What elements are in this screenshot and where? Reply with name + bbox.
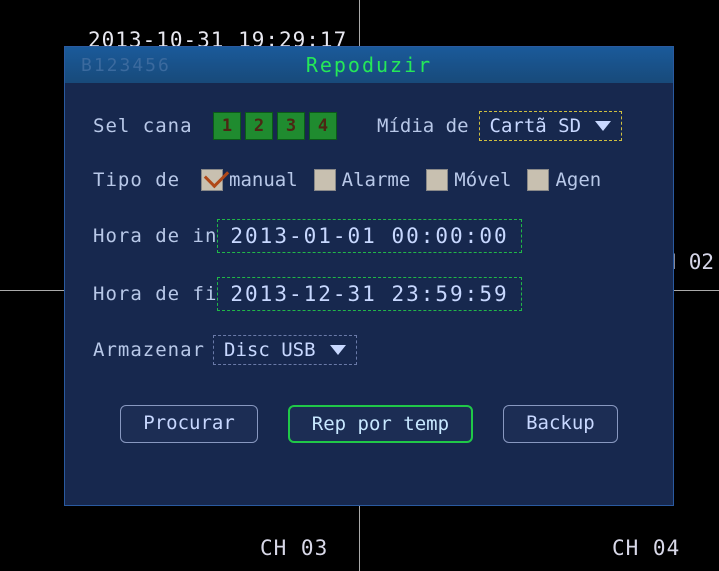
channel-2-button[interactable]: 2 — [245, 112, 273, 140]
media-value: Cartã SD — [490, 115, 582, 137]
channel-03-label: CH 03 — [260, 536, 328, 560]
alarme-checkbox[interactable] — [314, 169, 336, 191]
storage-label: Armazenar — [93, 339, 213, 361]
movel-checkbox[interactable] — [426, 169, 448, 191]
channel-1-button[interactable]: 1 — [213, 112, 241, 140]
end-time-field[interactable]: 2013-12-31 23:59:59 — [217, 277, 521, 311]
type-label: Tipo de — [93, 169, 201, 191]
agen-checkbox[interactable] — [527, 169, 549, 191]
titlebar: B123456 Repoduzir — [65, 47, 673, 83]
movel-label: Móvel — [454, 169, 511, 191]
backup-button[interactable]: Backup — [503, 405, 618, 443]
chevron-down-icon — [330, 345, 346, 355]
storage-dropdown[interactable]: Disc USB — [213, 335, 357, 365]
media-dropdown[interactable]: Cartã SD — [479, 111, 623, 141]
manual-label: manual — [229, 169, 298, 191]
playback-dialog: B123456 Repoduzir Sel cana 1 2 3 4 Mídia… — [64, 46, 674, 506]
chevron-down-icon — [595, 121, 611, 131]
channel-button-group: 1 2 3 4 — [213, 112, 337, 140]
storage-value: Disc USB — [224, 339, 316, 361]
play-by-time-button[interactable]: Rep por temp — [288, 405, 473, 443]
device-id: B123456 — [81, 55, 171, 76]
search-button[interactable]: Procurar — [120, 405, 258, 443]
manual-checkbox[interactable] — [201, 169, 223, 191]
end-time-label: Hora de fi — [93, 283, 217, 305]
channel-3-button[interactable]: 3 — [277, 112, 305, 140]
sel-channel-label: Sel cana — [93, 115, 213, 137]
start-time-label: Hora de in — [93, 225, 217, 247]
start-time-field[interactable]: 2013-01-01 00:00:00 — [217, 219, 521, 253]
agen-label: Agen — [555, 169, 601, 191]
channel-4-button[interactable]: 4 — [309, 112, 337, 140]
channel-04-label: CH 04 — [612, 536, 680, 560]
alarme-label: Alarme — [342, 169, 411, 191]
media-label: Mídia de — [377, 115, 469, 137]
